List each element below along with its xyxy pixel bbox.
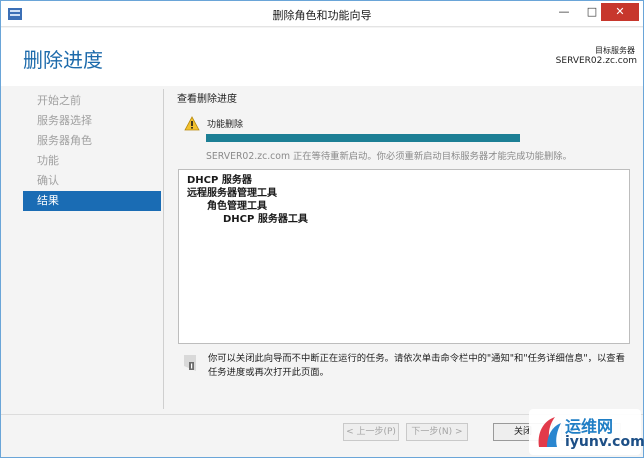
nav-item-features: 功能 bbox=[37, 154, 59, 167]
wizard-nav: 开始之前 服务器选择 服务器角色 功能 确认 结果 bbox=[23, 91, 161, 211]
result-item-rsat: 远程服务器管理工具 bbox=[187, 188, 277, 199]
window-title: 删除角色和功能向导 bbox=[272, 9, 372, 22]
nav-divider bbox=[163, 89, 164, 409]
watermark-logo-icon bbox=[538, 417, 561, 447]
info-message: 你可以关闭此向导而不中断正在运行的任务。请依次单击命令栏中的"通知"和"任务详细… bbox=[208, 353, 625, 378]
nav-item-results[interactable]: 结果 bbox=[23, 191, 161, 211]
info-flag-icon bbox=[184, 355, 196, 371]
wizard-header: 删除进度 目标服务器 SERVER02.zc.com bbox=[1, 28, 643, 86]
section-heading: 查看删除进度 bbox=[177, 94, 237, 105]
title-bar[interactable]: 删除角色和功能向导 — □ ✕ bbox=[1, 1, 643, 27]
progress-bar-fill bbox=[206, 134, 520, 142]
progress-status-text: 功能删除 bbox=[207, 120, 244, 130]
warning-triangle-icon bbox=[184, 116, 200, 131]
watermark: 运维网 iyunv.com bbox=[529, 409, 644, 455]
nav-item-confirmation: 确认 bbox=[37, 174, 59, 187]
wizard-window: 删除角色和功能向导 — □ ✕ 删除进度 目标服务器 SERVER02.zc.c… bbox=[0, 0, 644, 458]
progress-detail-text: SERVER02.zc.com 正在等待重新启动。你必须重新启动目标服务器才能完… bbox=[206, 151, 572, 162]
previous-button[interactable]: < 上一步(P) bbox=[343, 423, 399, 441]
destination-server-name: SERVER02.zc.com bbox=[555, 56, 637, 66]
minimize-button[interactable]: — bbox=[551, 3, 577, 21]
results-list[interactable]: DHCP 服务器 远程服务器管理工具 角色管理工具 DHCP 服务器工具 bbox=[178, 169, 630, 344]
progress-bar bbox=[206, 134, 520, 142]
page-title: 删除进度 bbox=[23, 48, 103, 72]
result-item-dhcp-tools: DHCP 服务器工具 bbox=[223, 214, 308, 225]
nav-item-before-you-begin: 开始之前 bbox=[37, 94, 81, 107]
close-window-button[interactable]: ✕ bbox=[601, 3, 639, 21]
result-item-dhcp-server: DHCP 服务器 bbox=[187, 175, 252, 186]
destination-server-label: 目标服务器 bbox=[595, 46, 635, 55]
result-item-role-admin-tools: 角色管理工具 bbox=[207, 201, 267, 212]
nav-item-server-selection: 服务器选择 bbox=[37, 114, 92, 127]
nav-item-server-roles: 服务器角色 bbox=[37, 134, 92, 147]
next-button[interactable]: 下一步(N) > bbox=[406, 423, 468, 441]
watermark-url: iyunv.com bbox=[565, 434, 644, 450]
